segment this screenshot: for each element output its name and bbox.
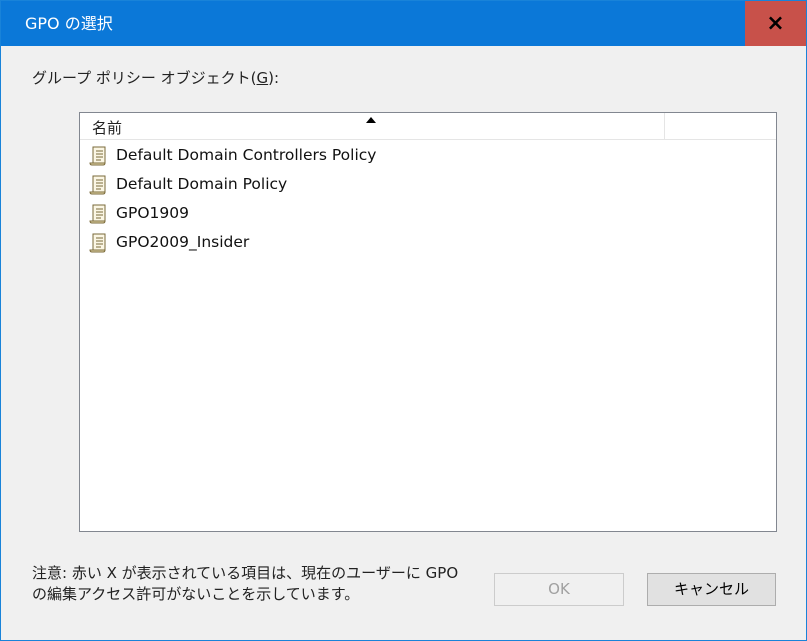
list-item-label: GPO1909 bbox=[116, 204, 190, 222]
list-item-label: GPO2009_Insider bbox=[116, 233, 250, 251]
column-header-name[interactable]: 名前 bbox=[80, 113, 665, 140]
gpo-rows: Default Domain Controllers Policy Defaul… bbox=[80, 141, 776, 257]
list-item[interactable]: GPO2009_Insider bbox=[80, 228, 776, 257]
close-icon: × bbox=[766, 11, 785, 36]
sort-ascending-icon bbox=[366, 117, 376, 123]
list-item-label: Default Domain Policy bbox=[116, 175, 288, 193]
cancel-button[interactable]: キャンセル bbox=[647, 573, 776, 606]
title-bar[interactable]: GPO の選択 × bbox=[1, 1, 806, 46]
column-header-empty bbox=[665, 113, 776, 140]
permission-note-line1: 注意: 赤い X が表示されている項目は、現在のユーザーに GPO bbox=[32, 564, 459, 582]
list-item[interactable]: Default Domain Controllers Policy bbox=[80, 141, 776, 170]
list-item[interactable]: GPO1909 bbox=[80, 199, 776, 228]
gpo-list[interactable]: 名前 Default Domain Controllers Policy Def… bbox=[79, 112, 777, 532]
gpo-scroll-icon bbox=[89, 204, 106, 224]
list-item[interactable]: Default Domain Policy bbox=[80, 170, 776, 199]
window-title: GPO の選択 bbox=[25, 14, 113, 33]
gpo-scroll-icon bbox=[89, 233, 106, 253]
gpo-select-dialog: GPO の選択 × グループ ポリシー オブジェクト(G): 名前 Defaul… bbox=[0, 0, 807, 641]
ok-button[interactable]: OK bbox=[494, 573, 624, 606]
close-button[interactable]: × bbox=[745, 1, 806, 46]
column-header-name-label: 名前 bbox=[92, 119, 123, 137]
permission-note-line2: の編集アクセス許可がないことを示しています。 bbox=[32, 585, 360, 603]
gpo-list-label: グループ ポリシー オブジェクト(G): bbox=[32, 67, 279, 88]
list-item-label: Default Domain Controllers Policy bbox=[116, 146, 377, 164]
gpo-list-label-suffix: ): bbox=[268, 69, 280, 87]
gpo-list-label-accelerator: G bbox=[256, 69, 269, 87]
gpo-scroll-icon bbox=[89, 146, 106, 166]
permission-note: 注意: 赤い X が表示されている項目は、現在のユーザーに GPO の編集アクセ… bbox=[32, 563, 458, 605]
gpo-scroll-icon bbox=[89, 175, 106, 195]
gpo-list-label-prefix: グループ ポリシー オブジェクト( bbox=[32, 69, 257, 87]
